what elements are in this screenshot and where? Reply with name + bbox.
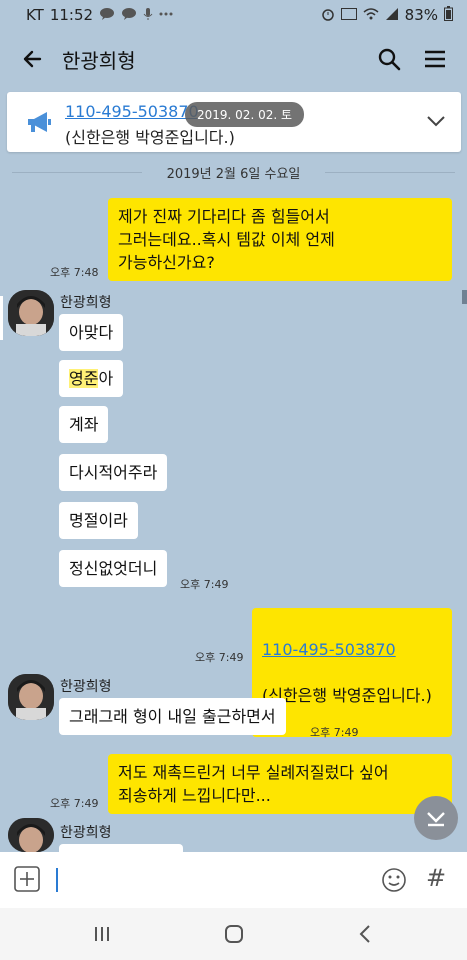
message-text: 아 [98, 369, 114, 388]
back-arrow-icon[interactable] [18, 44, 48, 74]
hd-icon [340, 7, 357, 23]
hamburger-menu-icon[interactable] [420, 44, 450, 74]
notice-date-bubble: 2019. 02. 02. 토 [185, 102, 305, 127]
megaphone-icon [25, 110, 53, 136]
their-message-bubble[interactable]: 정신없엇더니 [59, 550, 168, 587]
sender-name: 한광희형 [60, 295, 112, 311]
battery-level: 83% [404, 6, 438, 24]
my-message-bubble[interactable]: 저도 재촉드린거 너무 실례저질렀다 싶어 죄송하게 느낍니다만... [108, 754, 452, 814]
message-time: 오후 7:49 [310, 726, 359, 739]
message-time: 오후 7:49 [50, 797, 99, 810]
notice-account-link[interactable]: 110-495-503870 [65, 102, 199, 121]
chat-title: 한광희형 [62, 49, 136, 73]
chevron-down-icon[interactable] [425, 110, 447, 132]
their-message-bubble[interactable]: 그래그래 형이 내일 출근하면서 [59, 698, 286, 735]
emoji-icon[interactable] [380, 866, 408, 894]
avatar[interactable] [8, 674, 54, 720]
system-nav-bar [0, 908, 467, 960]
battery-icon [444, 6, 453, 24]
account-number-link[interactable]: 110-495-503870 [262, 638, 442, 661]
avatar[interactable] [8, 290, 54, 336]
search-icon[interactable] [374, 44, 404, 74]
carrier-label: KT [26, 6, 44, 24]
recent-apps-icon[interactable] [88, 920, 116, 948]
message-input-bar: # [0, 852, 467, 908]
scroll-to-bottom-button[interactable] [414, 796, 458, 840]
back-nav-icon[interactable] [352, 920, 380, 948]
their-message-bubble[interactable]: 계좌 [59, 406, 109, 443]
mic-icon [143, 7, 153, 24]
notice-bank-text: (신한은행 박영준입니다.) [65, 128, 235, 147]
highlighted-text: 영준 [69, 369, 99, 388]
their-message-bubble[interactable]: 다시적어주라 [59, 454, 168, 491]
talk-icon [99, 7, 115, 24]
their-message-bubble[interactable]: 영준아 [59, 360, 124, 397]
talk-icon [121, 7, 137, 24]
message-time: 오후 7:49 [195, 651, 244, 664]
bank-name-text: (신한은행 박영준입니다.) [262, 686, 432, 705]
avatar[interactable] [8, 818, 54, 852]
message-input-field[interactable] [56, 868, 58, 892]
more-icon [159, 7, 173, 24]
clock: 11:52 [49, 6, 94, 24]
scrollbar-thumb[interactable] [462, 290, 467, 304]
message-time: 오후 7:49 [180, 578, 229, 591]
edge-panel-handle[interactable] [0, 296, 3, 340]
their-message-bubble[interactable]: 아맞다 [59, 314, 124, 351]
notice-banner[interactable]: 110-495-503870 (신한은행 박영준입니다.) 2019. 02. … [7, 92, 461, 152]
sender-name: 한광희형 [60, 679, 112, 695]
sender-name: 한광희형 [60, 825, 112, 841]
attach-plus-icon[interactable] [14, 866, 40, 892]
their-message-bubble[interactable] [59, 844, 183, 852]
message-time: 오후 7:48 [50, 266, 99, 279]
date-divider: 2019년 2월 6일 수요일 [0, 162, 467, 182]
wifi-icon [363, 7, 379, 24]
alarm-icon [321, 7, 335, 24]
hashtag-icon[interactable]: # [426, 864, 446, 892]
my-message-bubble[interactable]: 제가 진짜 기다리다 좀 힘들어서 그러는데요..혹시 템값 이체 언제 가능하… [108, 198, 452, 281]
divider-rule-right [325, 172, 455, 173]
their-message-bubble[interactable]: 명절이라 [59, 502, 138, 539]
signal-icon [385, 7, 399, 24]
home-icon[interactable] [220, 920, 248, 948]
chat-header: 한광희형 [0, 30, 467, 88]
status-bar: KT 11:52 83% [0, 0, 467, 30]
